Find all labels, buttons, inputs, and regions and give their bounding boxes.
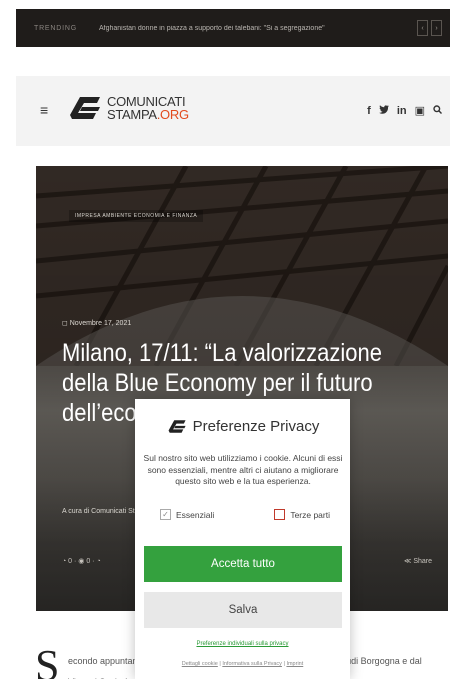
- cookie-options: ✓ Essenziali Terze parti: [160, 509, 330, 520]
- trending-headline[interactable]: Afghanistan donne in piazza a supporto d…: [99, 25, 417, 32]
- imprint-link[interactable]: Imprint: [286, 661, 303, 667]
- logo-icon: [168, 420, 186, 433]
- site-logo[interactable]: COMUNICATI STAMPA.ORG: [66, 93, 189, 123]
- logo-line2: STAMPA: [107, 107, 157, 122]
- checkbox-third-party[interactable]: Terze parti: [274, 509, 330, 520]
- modal-footer: Dettagli cookie | Informativa sulla Priv…: [181, 661, 304, 667]
- privacy-modal: Preferenze Privacy Sul nostro sito web u…: [135, 399, 350, 679]
- share-button[interactable]: ≪ Share: [404, 557, 432, 565]
- individual-preferences-link[interactable]: Preferenze individuali sulla privacy: [135, 641, 350, 647]
- article-date: ◻ Novembre 17, 2021: [62, 320, 132, 327]
- drop-cap: S: [35, 641, 60, 679]
- social-links: f in ▣: [367, 104, 442, 117]
- checkbox-essential-box: ✓: [160, 509, 171, 520]
- trending-bar: TRENDING Afghanistan donne in piazza a s…: [16, 9, 450, 47]
- chevron-left-icon[interactable]: ‹: [417, 20, 428, 36]
- linkedin-icon[interactable]: in: [397, 105, 407, 117]
- article-meta: ◔ 0 · ◉ 0 · ◔: [62, 558, 101, 565]
- checkbox-third-party-label[interactable]: Terze parti: [290, 510, 330, 520]
- search-icon[interactable]: [433, 104, 442, 117]
- chevron-right-icon[interactable]: ›: [431, 20, 442, 36]
- logo-org: .ORG: [156, 107, 189, 122]
- checkbox-third-party-box[interactable]: [274, 509, 286, 520]
- modal-description: Sul nostro sito web utilizziamo i cookie…: [143, 453, 343, 486]
- twitter-icon[interactable]: [378, 104, 389, 117]
- modal-header: Preferenze Privacy: [135, 418, 350, 435]
- logo-icon: [70, 97, 100, 119]
- cookie-details-link[interactable]: Dettagli cookie: [182, 661, 218, 667]
- trending-arrows: ‹ ›: [417, 20, 442, 36]
- privacy-policy-link[interactable]: Informativa sulla Privacy: [222, 661, 282, 667]
- checkbox-essential: ✓ Essenziali: [160, 509, 214, 520]
- save-button[interactable]: Salva: [144, 592, 342, 628]
- menu-icon[interactable]: ≡: [40, 103, 48, 117]
- modal-title: Preferenze Privacy: [192, 418, 320, 435]
- checkbox-essential-label: Essenziali: [176, 509, 215, 520]
- accept-all-button[interactable]: Accetta tutto: [144, 546, 342, 582]
- rss-icon[interactable]: ▣: [415, 104, 425, 117]
- trending-label: TRENDING: [34, 24, 77, 32]
- site-header: ≡ COMUNICATI STAMPA.ORG f in ▣: [16, 76, 450, 146]
- category-badge[interactable]: IMPRESA AMBIENTE ECONOMIA E FINANZA: [69, 210, 204, 222]
- facebook-icon[interactable]: f: [367, 105, 371, 117]
